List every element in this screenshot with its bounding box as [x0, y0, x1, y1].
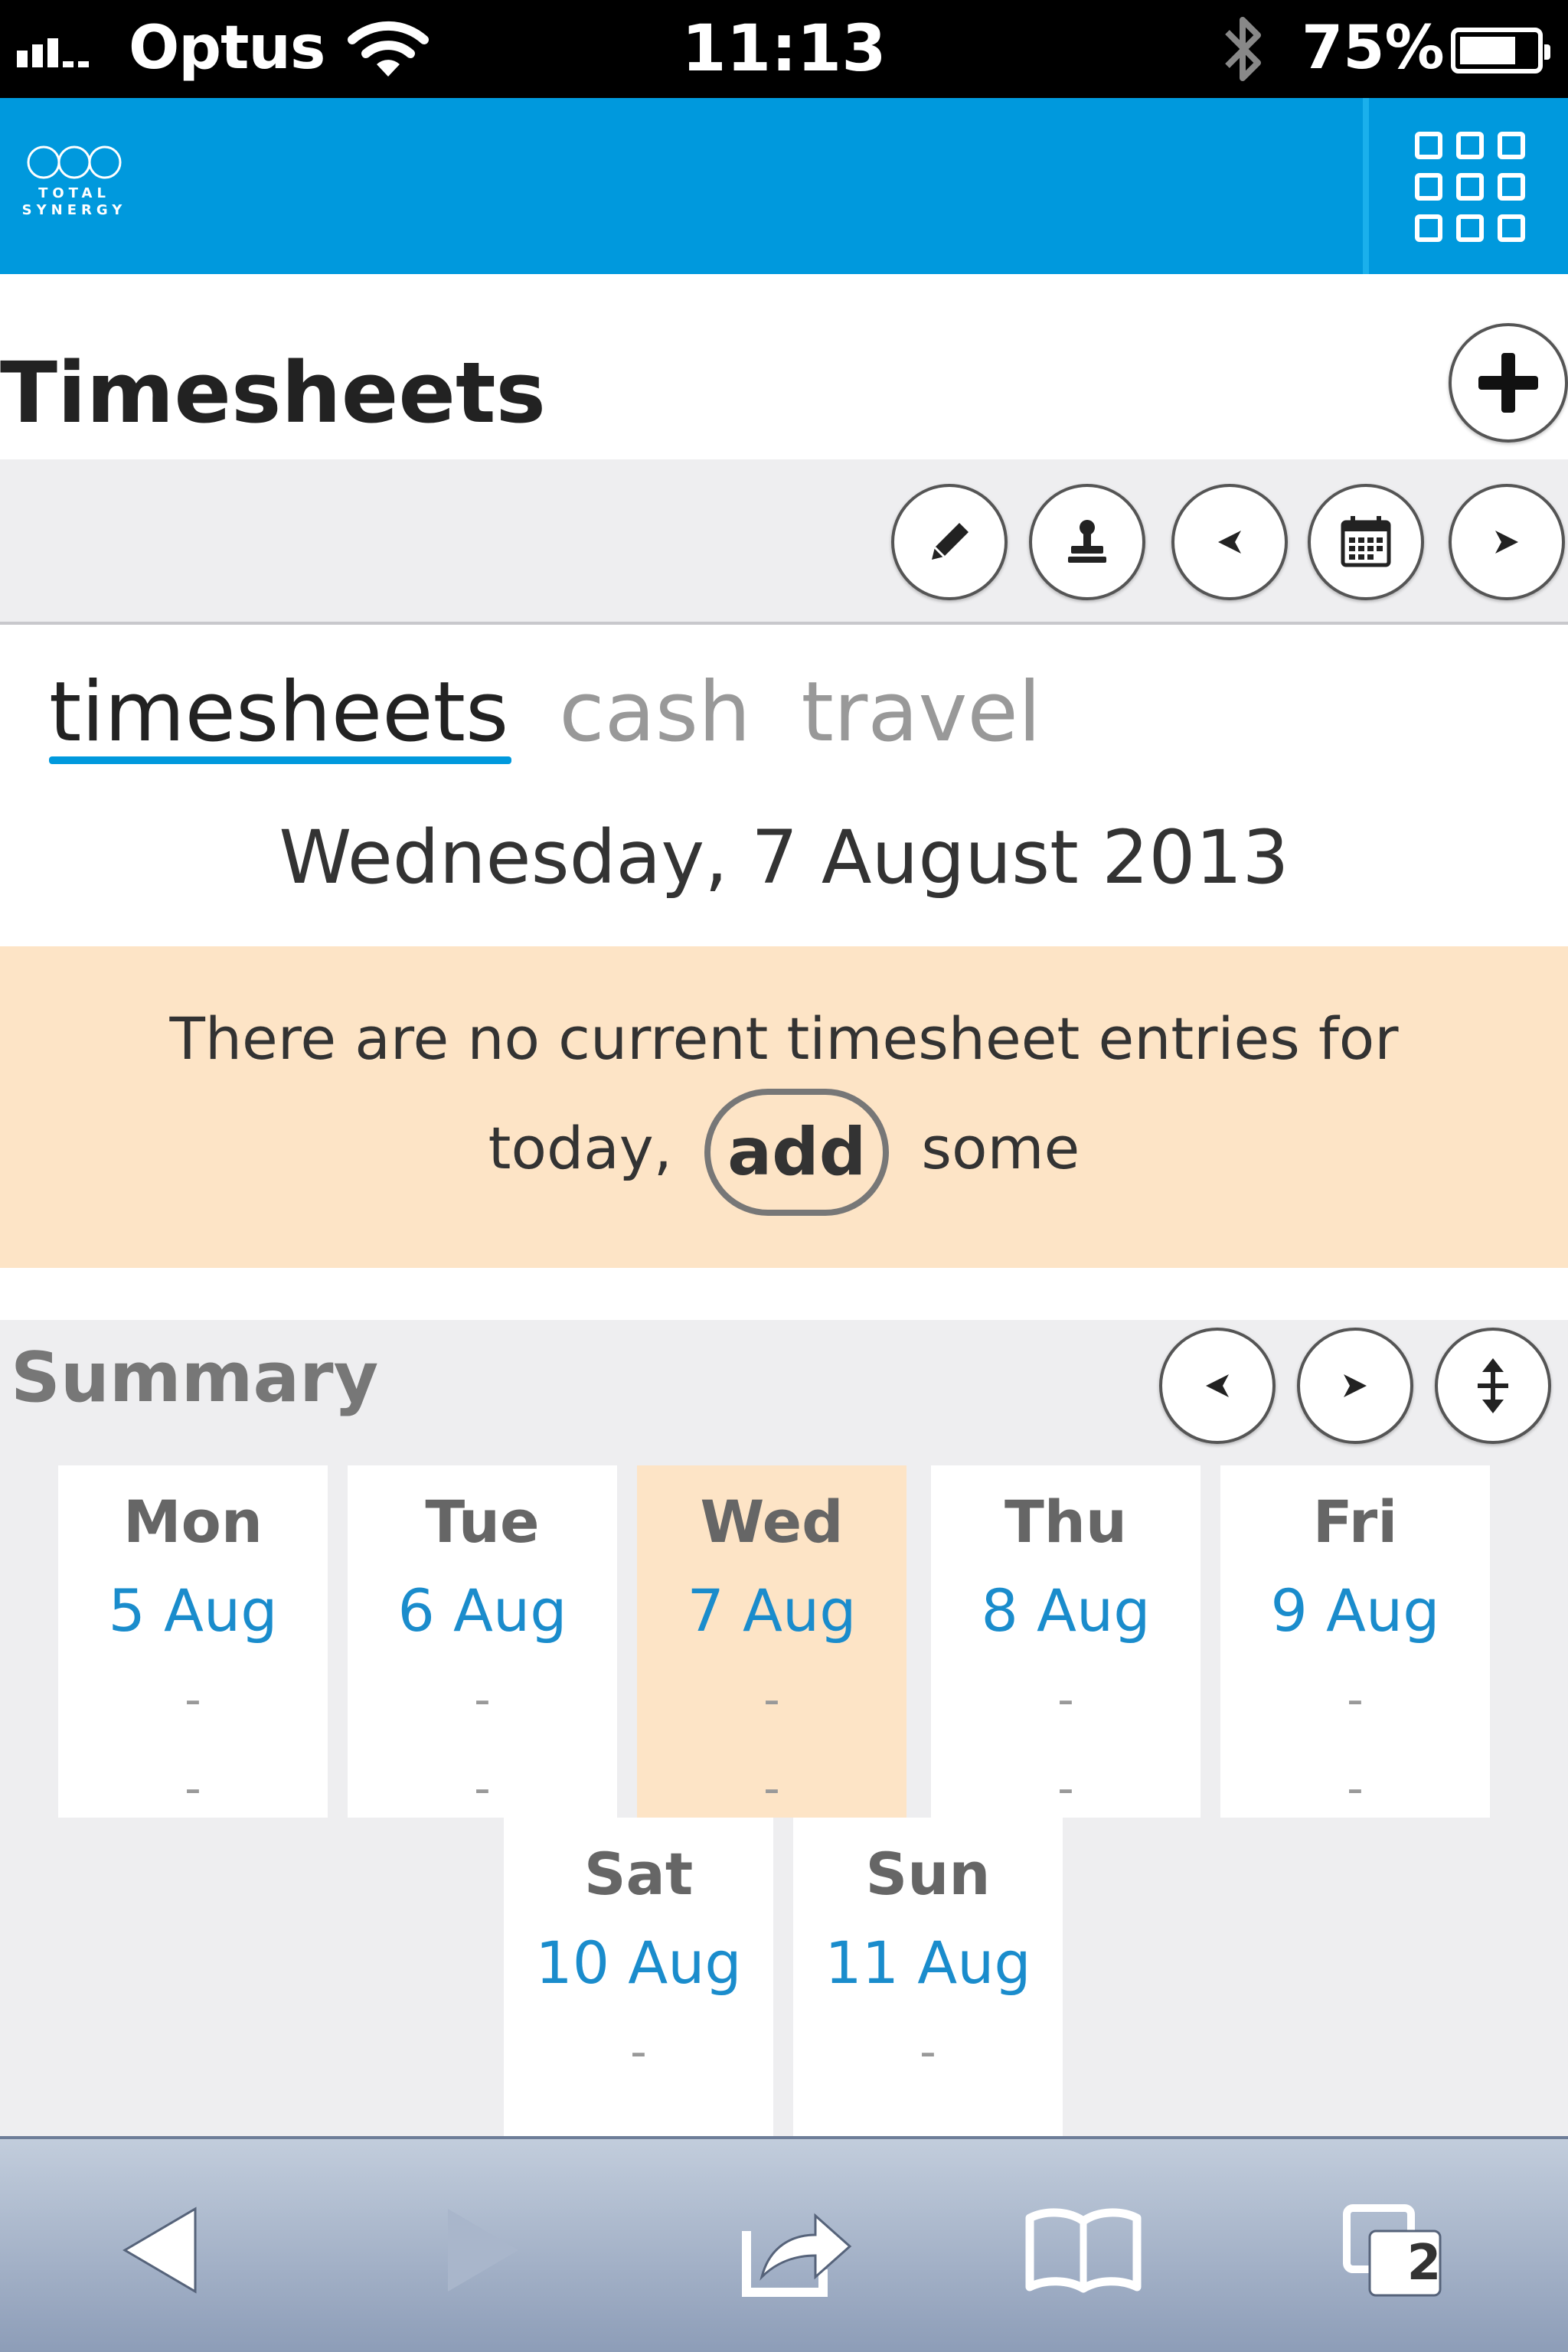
forward-arrow-icon	[448, 2209, 518, 2292]
day-date: 10 Aug	[535, 1929, 742, 1997]
day-date: 6 Aug	[397, 1576, 567, 1645]
pencil-icon	[932, 523, 969, 560]
edit-button[interactable]	[891, 484, 1008, 600]
page-title: Timesheets	[0, 344, 547, 442]
book-icon	[1025, 2208, 1142, 2293]
expand-collapse-icon	[1478, 1358, 1508, 1413]
browser-forward-button[interactable]	[429, 2193, 536, 2308]
day-card-fri[interactable]: Fri 9 Aug - -	[1220, 1465, 1490, 1818]
day-hours: -	[1347, 1673, 1364, 1726]
notice-text-prefix: today,	[488, 1114, 672, 1182]
summary-expand-button[interactable]	[1435, 1328, 1551, 1444]
day-card-thu[interactable]: Thu 8 Aug - -	[931, 1465, 1200, 1818]
previous-day-button[interactable]	[1171, 484, 1288, 600]
tab-timesheets[interactable]: timesheets	[49, 663, 508, 763]
logo-text: TOTAL SYNERGY	[21, 185, 127, 218]
day-card-tue[interactable]: Tue 6 Aug - -	[348, 1465, 617, 1818]
day-date: 11 Aug	[825, 1929, 1031, 1997]
tab-cash[interactable]: cash	[559, 663, 750, 763]
day-name: Sun	[865, 1840, 991, 1908]
empty-entries-notice: There are no current timesheet entries f…	[0, 946, 1568, 1268]
day-total: -	[185, 1762, 201, 1815]
summary-title: Summary	[11, 1338, 379, 1418]
app-header: TOTAL SYNERGY	[0, 98, 1568, 274]
day-name: Tue	[425, 1488, 540, 1556]
calendar-icon	[1341, 516, 1391, 567]
day-hours: -	[1057, 1673, 1074, 1726]
add-timesheet-button[interactable]	[1449, 323, 1568, 443]
total-synergy-logo[interactable]: TOTAL SYNERGY	[17, 144, 132, 219]
next-icon	[1495, 531, 1518, 554]
day-date: 7 Aug	[687, 1576, 857, 1645]
day-date: 9 Aug	[1270, 1576, 1440, 1645]
entry-type-tabs: timesheets cash travel	[49, 663, 1041, 763]
previous-icon	[1218, 531, 1241, 554]
next-day-button[interactable]	[1449, 484, 1565, 600]
plus-icon	[1478, 353, 1538, 413]
browser-bookmarks-button[interactable]	[1018, 2193, 1148, 2308]
day-date: 8 Aug	[981, 1576, 1151, 1645]
tab-travel[interactable]: travel	[802, 663, 1041, 763]
active-tab-indicator	[49, 756, 511, 764]
day-date: 5 Aug	[108, 1576, 278, 1645]
notice-text-suffix: some	[921, 1114, 1080, 1182]
share-icon	[742, 2213, 852, 2297]
browser-tabs-button[interactable]: 2	[1332, 2193, 1455, 2308]
battery-icon	[1451, 28, 1550, 74]
browser-toolbar: 2	[0, 2136, 1568, 2352]
summary-next-week-button[interactable]	[1297, 1328, 1413, 1444]
day-name: Wed	[700, 1488, 844, 1556]
summary-previous-week-button[interactable]	[1159, 1328, 1276, 1444]
battery-percent: 75%	[1302, 14, 1445, 83]
day-name: Thu	[1004, 1488, 1128, 1556]
day-card-wed[interactable]: Wed 7 Aug - -	[637, 1465, 906, 1818]
calendar-button[interactable]	[1308, 484, 1424, 600]
back-arrow-icon	[122, 2207, 197, 2294]
status-bar: Optus 11:13 75%	[0, 0, 1568, 98]
day-card-mon[interactable]: Mon 5 Aug - -	[58, 1465, 328, 1818]
day-hours: -	[185, 1673, 201, 1726]
day-hours: -	[763, 1673, 780, 1726]
next-icon	[1344, 1374, 1367, 1397]
browser-back-button[interactable]	[107, 2193, 214, 2308]
tab-count: 2	[1406, 2235, 1442, 2292]
day-name: Fri	[1312, 1488, 1398, 1556]
day-hours: -	[920, 2025, 936, 2079]
current-date-heading: Wednesday, 7 August 2013	[279, 815, 1289, 900]
add-entry-link[interactable]: add	[704, 1089, 890, 1216]
notice-text: There are no current timesheet entries f…	[169, 1004, 1399, 1073]
day-total: -	[1347, 1762, 1364, 1815]
stamp-icon	[1068, 520, 1106, 563]
previous-icon	[1206, 1374, 1229, 1397]
day-name: Mon	[123, 1488, 263, 1556]
app-menu-grid-button[interactable]	[1406, 130, 1534, 243]
header-divider	[1363, 98, 1369, 274]
day-hours: -	[630, 2025, 647, 2079]
day-card-sat[interactable]: Sat 10 Aug - -	[504, 1818, 773, 2170]
logo-rings-icon	[27, 145, 122, 179]
bluetooth-icon	[1216, 11, 1269, 90]
day-hours: -	[474, 1673, 491, 1726]
day-card-sun[interactable]: Sun 11 Aug - -	[793, 1818, 1063, 2170]
browser-share-button[interactable]	[735, 2193, 858, 2308]
day-name: Sat	[583, 1840, 694, 1908]
approve-button[interactable]	[1029, 484, 1145, 600]
